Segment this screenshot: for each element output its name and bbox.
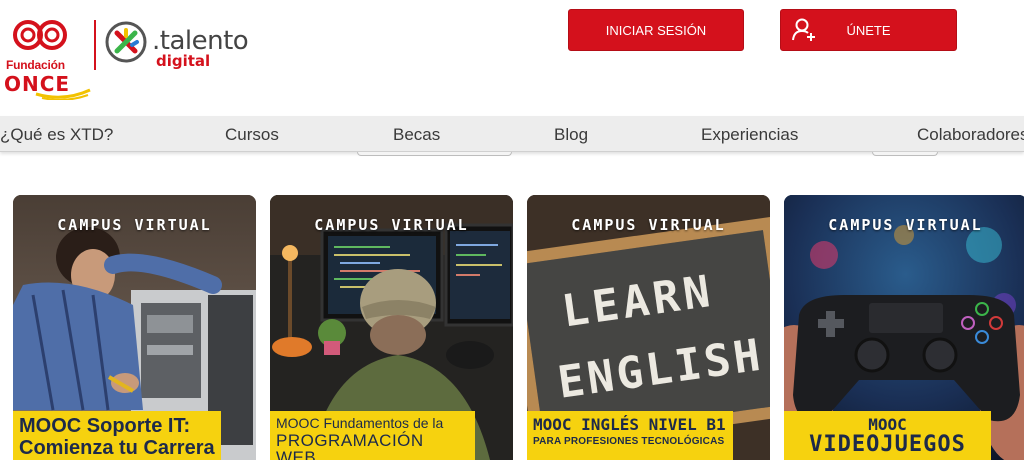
campus-virtual-badge: CAMPUS VIRTUAL bbox=[314, 216, 469, 234]
nav-item-cursos[interactable]: Cursos bbox=[225, 125, 279, 145]
login-button-label: INICIAR SESIÓN bbox=[605, 22, 707, 38]
xtd-x-icon bbox=[105, 21, 147, 63]
course-title-line2: VIDEOJUEGOS bbox=[809, 432, 966, 457]
course-title-box: MOOC VIDEOJUEGOS bbox=[784, 411, 991, 460]
nav-item-blog[interactable]: Blog bbox=[554, 125, 588, 145]
nav-item-becas[interactable]: Becas bbox=[393, 125, 440, 145]
once-logo-line1: Fundación bbox=[6, 58, 65, 72]
xtd-logo-word2: digital bbox=[156, 52, 211, 70]
course-card-programacion-web[interactable]: CAMPUS VIRTUAL MOOC Fundamentos de la PR… bbox=[270, 195, 513, 460]
campus-virtual-badge: CAMPUS VIRTUAL bbox=[57, 216, 212, 234]
user-plus-icon bbox=[792, 18, 815, 41]
once-swoosh-icon bbox=[35, 88, 91, 100]
campus-virtual-badge: CAMPUS VIRTUAL bbox=[828, 216, 983, 234]
campus-virtual-badge: CAMPUS VIRTUAL bbox=[571, 216, 726, 234]
nav-item-colaboradores[interactable]: Colaboradores bbox=[917, 125, 1024, 145]
course-card-videojuegos[interactable]: CAMPUS VIRTUAL MOOC VIDEOJUEGOS bbox=[784, 195, 1024, 460]
join-button-label: ÚNETE bbox=[846, 22, 891, 38]
course-title-line2: PARA PROFESIONES TECNOLÓGICAS bbox=[533, 436, 725, 447]
nav-item-experiencias[interactable]: Experiencias bbox=[701, 125, 798, 145]
course-title-line1: MOOC Fundamentos de la bbox=[276, 415, 444, 431]
fundacion-once-logo[interactable]: Fundación ONCE bbox=[4, 18, 91, 100]
main-nav: ¿Qué es XTD? Cursos Becas Blog Experienc… bbox=[0, 116, 1024, 152]
page: Fundación ONCE .talento digital INICIAR … bbox=[0, 0, 1024, 460]
course-title-box: MOOC Soporte IT: Comienza tu Carrera bbox=[13, 411, 221, 460]
course-title-line1: MOOC Soporte IT: bbox=[19, 415, 191, 437]
course-card-soporte-it[interactable]: CAMPUS VIRTUAL MOOC Soporte IT: Comienza… bbox=[13, 195, 256, 460]
nav-dropdown-edge bbox=[872, 152, 938, 156]
course-card-ingles[interactable]: LEARN ENGLISH CAMPUS VIRTUAL MOOC INGLÉS… bbox=[527, 195, 770, 460]
once-rings-icon bbox=[13, 20, 67, 50]
course-title-line1: MOOC INGLÉS NIVEL B1 bbox=[533, 415, 726, 434]
nav-item-que-es-xtd[interactable]: ¿Qué es XTD? bbox=[0, 125, 113, 145]
login-button[interactable]: INICIAR SESIÓN bbox=[568, 9, 744, 51]
course-title-box: MOOC Fundamentos de la PROGRAMACIÓN WEB bbox=[270, 411, 475, 460]
nav-dropdown-edge bbox=[357, 152, 512, 156]
talento-digital-logo[interactable]: .talento digital bbox=[104, 18, 254, 70]
course-title-box: MOOC INGLÉS NIVEL B1 PARA PROFESIONES TE… bbox=[527, 411, 733, 460]
logo-divider bbox=[94, 20, 96, 70]
join-button[interactable]: ÚNETE bbox=[780, 9, 957, 51]
course-title-line2: Comienza tu Carrera bbox=[19, 437, 215, 459]
course-title-line2: PROGRAMACIÓN WEB bbox=[276, 431, 424, 460]
